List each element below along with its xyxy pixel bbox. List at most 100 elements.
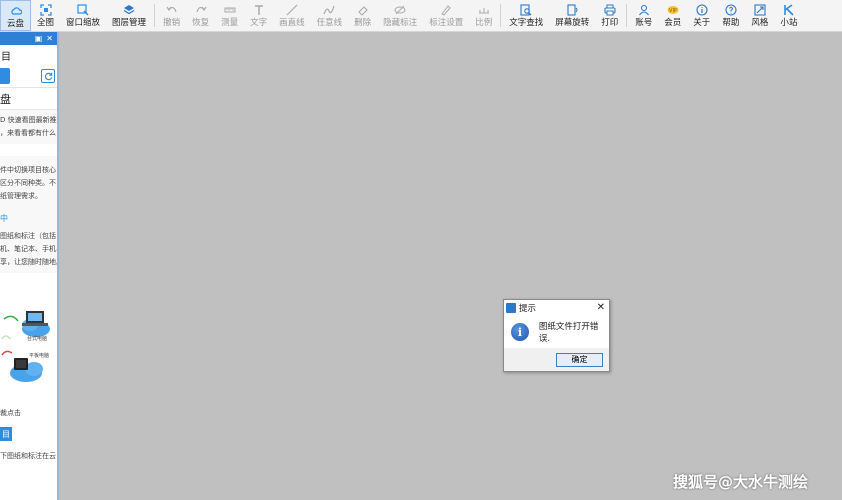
toolbar-button-station[interactable]: 小站 [774,0,803,31]
close-panel-icon[interactable]: ✕ [46,34,53,43]
toolbar-label: 图层管理 [112,18,147,28]
toolbar-button-vip[interactable]: VIP 会员 [658,0,687,31]
toolbar-label: 撤销 [163,18,181,28]
main-toolbar: 云盘 全图 窗口缩放 图层管理 撤销 恢复 测量 文字 画直线 任意线 删除 隐藏标注 标注设置 比例 文字… [0,0,842,32]
toolbar-button-rotate-screen[interactable]: 屏幕旋转 [549,0,595,31]
toolbar-label: 风格 [751,18,769,28]
watermark-text: 搜狐号@大水牛测绘 [673,473,809,491]
toolbar-label: 文字查找 [509,18,544,28]
toolbar-button-undo[interactable]: 撤销 [157,0,186,31]
measure-icon [224,4,236,16]
info-icon [696,4,708,16]
toolbar-button-eraser[interactable]: 删除 [348,0,377,31]
hide-annotation-icon [394,4,406,16]
fit-view-icon [39,4,52,16]
toolbar-button-style[interactable]: 风格 [745,0,774,31]
toolbar-separator [500,4,502,27]
tablet-label: 平板电脑 [29,353,50,359]
bottom-hint-2: 下图纸和标注在云 [0,444,57,467]
dialog-title: 提示 [519,304,537,314]
toolbar-button-layers[interactable]: 图层管理 [106,0,152,31]
cloud-intro-card: 盘 D 快速看图最新推 ，来看看都有什么 件中切换项目核心 区分不同种类。不 纸… [0,87,57,467]
eraser-icon [357,4,369,16]
toolbar-label: 删除 [354,18,372,28]
toolbar-button-info[interactable]: 关于 [687,0,716,31]
toolbar-button-cloud[interactable]: 云盘 [0,0,32,31]
printer-icon [604,4,616,16]
toolbar-label: 帮助 [722,18,740,28]
toolbar-button-printer[interactable]: 打印 [595,0,624,31]
freehand-icon [323,4,335,16]
find-text-icon [520,4,532,16]
rotate-screen-icon [566,4,578,16]
line-icon [286,4,298,16]
toolbar-label: 比例 [475,18,493,28]
intro-text-2: 件中切换项目核心 区分不同种类。不 纸管理需求。 [0,166,56,200]
toolbar-button-redo[interactable]: 恢复 [186,0,215,31]
refresh-button[interactable] [41,69,55,83]
vip-icon: VIP [667,4,679,16]
desktop-label: 台式电脑 [27,336,48,342]
undo-icon [166,4,178,16]
layers-icon [123,4,135,16]
toolbar-label: 小站 [780,18,798,28]
dialog-message: 图纸文件打开错误. [538,322,599,344]
new-project-button[interactable] [0,68,10,84]
bottom-button-row: 目 [0,424,57,444]
toolbar-label: 关于 [693,18,711,28]
toolbar-button-user[interactable]: 账号 [629,0,658,31]
toolbar-label: 账号 [635,18,653,28]
toolbar-button-zoom-window[interactable]: 窗口缩放 [60,0,106,31]
bottom-hint-1: 裁点击 [0,403,57,424]
toolbar-label: 标注设置 [429,18,464,28]
toolbar-label: 会员 [664,18,682,28]
toolbar-button-annotation-settings[interactable]: 标注设置 [423,0,469,31]
device-illustration: 台式电脑 平板电脑 [0,273,57,383]
station-icon [783,4,795,16]
intro-text-3: 图纸和标注（包括 机、笔记本、手机、 享，让您随时随地。 [0,232,59,266]
toolbar-label: 打印 [601,18,619,28]
pin-icon[interactable]: ▣ [35,34,43,43]
toolbar-label: 文字 [250,18,268,28]
cloud-card-title: 盘 [0,88,57,110]
cloud-icon [10,5,22,17]
toolbar-button-freehand[interactable]: 任意线 [311,0,349,31]
annotation-settings-icon [440,4,452,16]
toolbar-label: 云盘 [7,19,25,29]
intro-text-1: D 快速看图最新推 ，来看看都有什么 [0,116,57,137]
toolbar-button-line[interactable]: 画直线 [273,0,311,31]
dialog-footer: 确定 [504,348,609,371]
error-dialog: 提示 ✕ i 图纸文件打开错误. 确定 [503,299,610,372]
desktop-cloud-illustration [1,311,50,382]
toolbar-button-scale[interactable]: 比例 [469,0,498,31]
side-panel-title: 目 [1,51,11,63]
toolbar-button-find-text[interactable]: 文字查找 [503,0,549,31]
toolbar-button-text[interactable]: 文字 [244,0,273,31]
app-icon [506,303,516,313]
close-icon[interactable]: ✕ [597,303,605,313]
toolbar-label: 恢复 [192,18,210,28]
toolbar-separator [154,4,156,27]
ok-button[interactable]: 确定 [556,352,603,367]
toolbar-label: 画直线 [279,18,305,28]
open-project-button[interactable]: 目 [0,427,12,441]
dialog-body: i 图纸文件打开错误. [504,316,609,348]
spacer [0,383,57,403]
toolbar-button-hide-annotation[interactable]: 隐藏标注 [377,0,423,31]
spacer [0,144,57,156]
toolbar-button-measure[interactable]: 测量 [215,0,244,31]
toolbar-label: 全图 [37,18,55,28]
cloud-side-panel: ▣ ✕ 目 盘 D 快速看图最新推 ，来看看都有什么 件中切换项目核心 区分不同… [0,32,59,500]
feature-link[interactable]: 中 [0,207,57,226]
dialog-title-bar: 提示 ✕ [504,300,609,316]
toolbar-separator [626,4,628,27]
toolbar-label: 屏幕旋转 [555,18,590,28]
style-icon [754,4,766,16]
toolbar-label: 窗口缩放 [66,18,101,28]
toolbar-button-help[interactable]: 帮助 [716,0,745,31]
information-icon: i [511,323,529,341]
zoom-window-icon [77,4,89,16]
toolbar-button-fit-view[interactable]: 全图 [31,0,60,31]
toolbar-label: 隐藏标注 [383,18,418,28]
help-icon [725,4,737,16]
